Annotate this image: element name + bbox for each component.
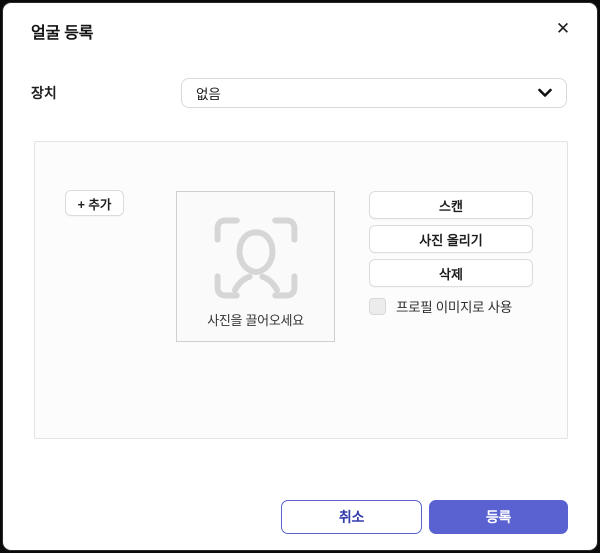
profile-image-checkbox-row[interactable]: 프로필 이미지로 사용: [369, 296, 533, 316]
face-scan-icon: [214, 217, 297, 299]
photo-panel: + 추가 사진을 끌어오세요 스캔 사진 올리기 삭제 프로필 이미지로 사용: [34, 141, 568, 439]
device-select-value: 없음: [196, 87, 221, 102]
add-photo-button[interactable]: + 추가: [65, 190, 124, 216]
scan-button[interactable]: 스캔: [369, 191, 533, 219]
close-icon[interactable]: ✕: [549, 15, 577, 43]
upload-photo-button[interactable]: 사진 올리기: [369, 225, 533, 253]
cancel-button[interactable]: 취소: [281, 500, 422, 534]
device-select[interactable]: 없음: [181, 78, 567, 108]
photo-drop-area[interactable]: 사진을 끌어오세요: [176, 191, 335, 342]
delete-button[interactable]: 삭제: [369, 259, 533, 287]
drop-area-hint: 사진을 끌어오세요: [207, 313, 304, 328]
action-button-column: 스캔 사진 올리기 삭제 프로필 이미지로 사용: [369, 191, 533, 316]
screen-backdrop: 얼굴 등록 ✕ 장치 없음 + 추가 사진을 끌어오세요 스캔 사진 올리기 삭…: [0, 0, 600, 553]
device-label: 장치: [31, 85, 57, 101]
face-registration-dialog: 얼굴 등록 ✕ 장치 없음 + 추가 사진을 끌어오세요 스캔 사진 올리기 삭…: [2, 2, 598, 551]
device-row: 장치 없음: [31, 78, 567, 108]
chevron-down-icon: [538, 88, 552, 97]
checkbox-unchecked-icon[interactable]: [369, 297, 386, 315]
dialog-title: 얼굴 등록: [31, 25, 94, 42]
register-button[interactable]: 등록: [429, 500, 568, 534]
profile-image-checkbox-label: 프로필 이미지로 사용: [396, 300, 512, 315]
